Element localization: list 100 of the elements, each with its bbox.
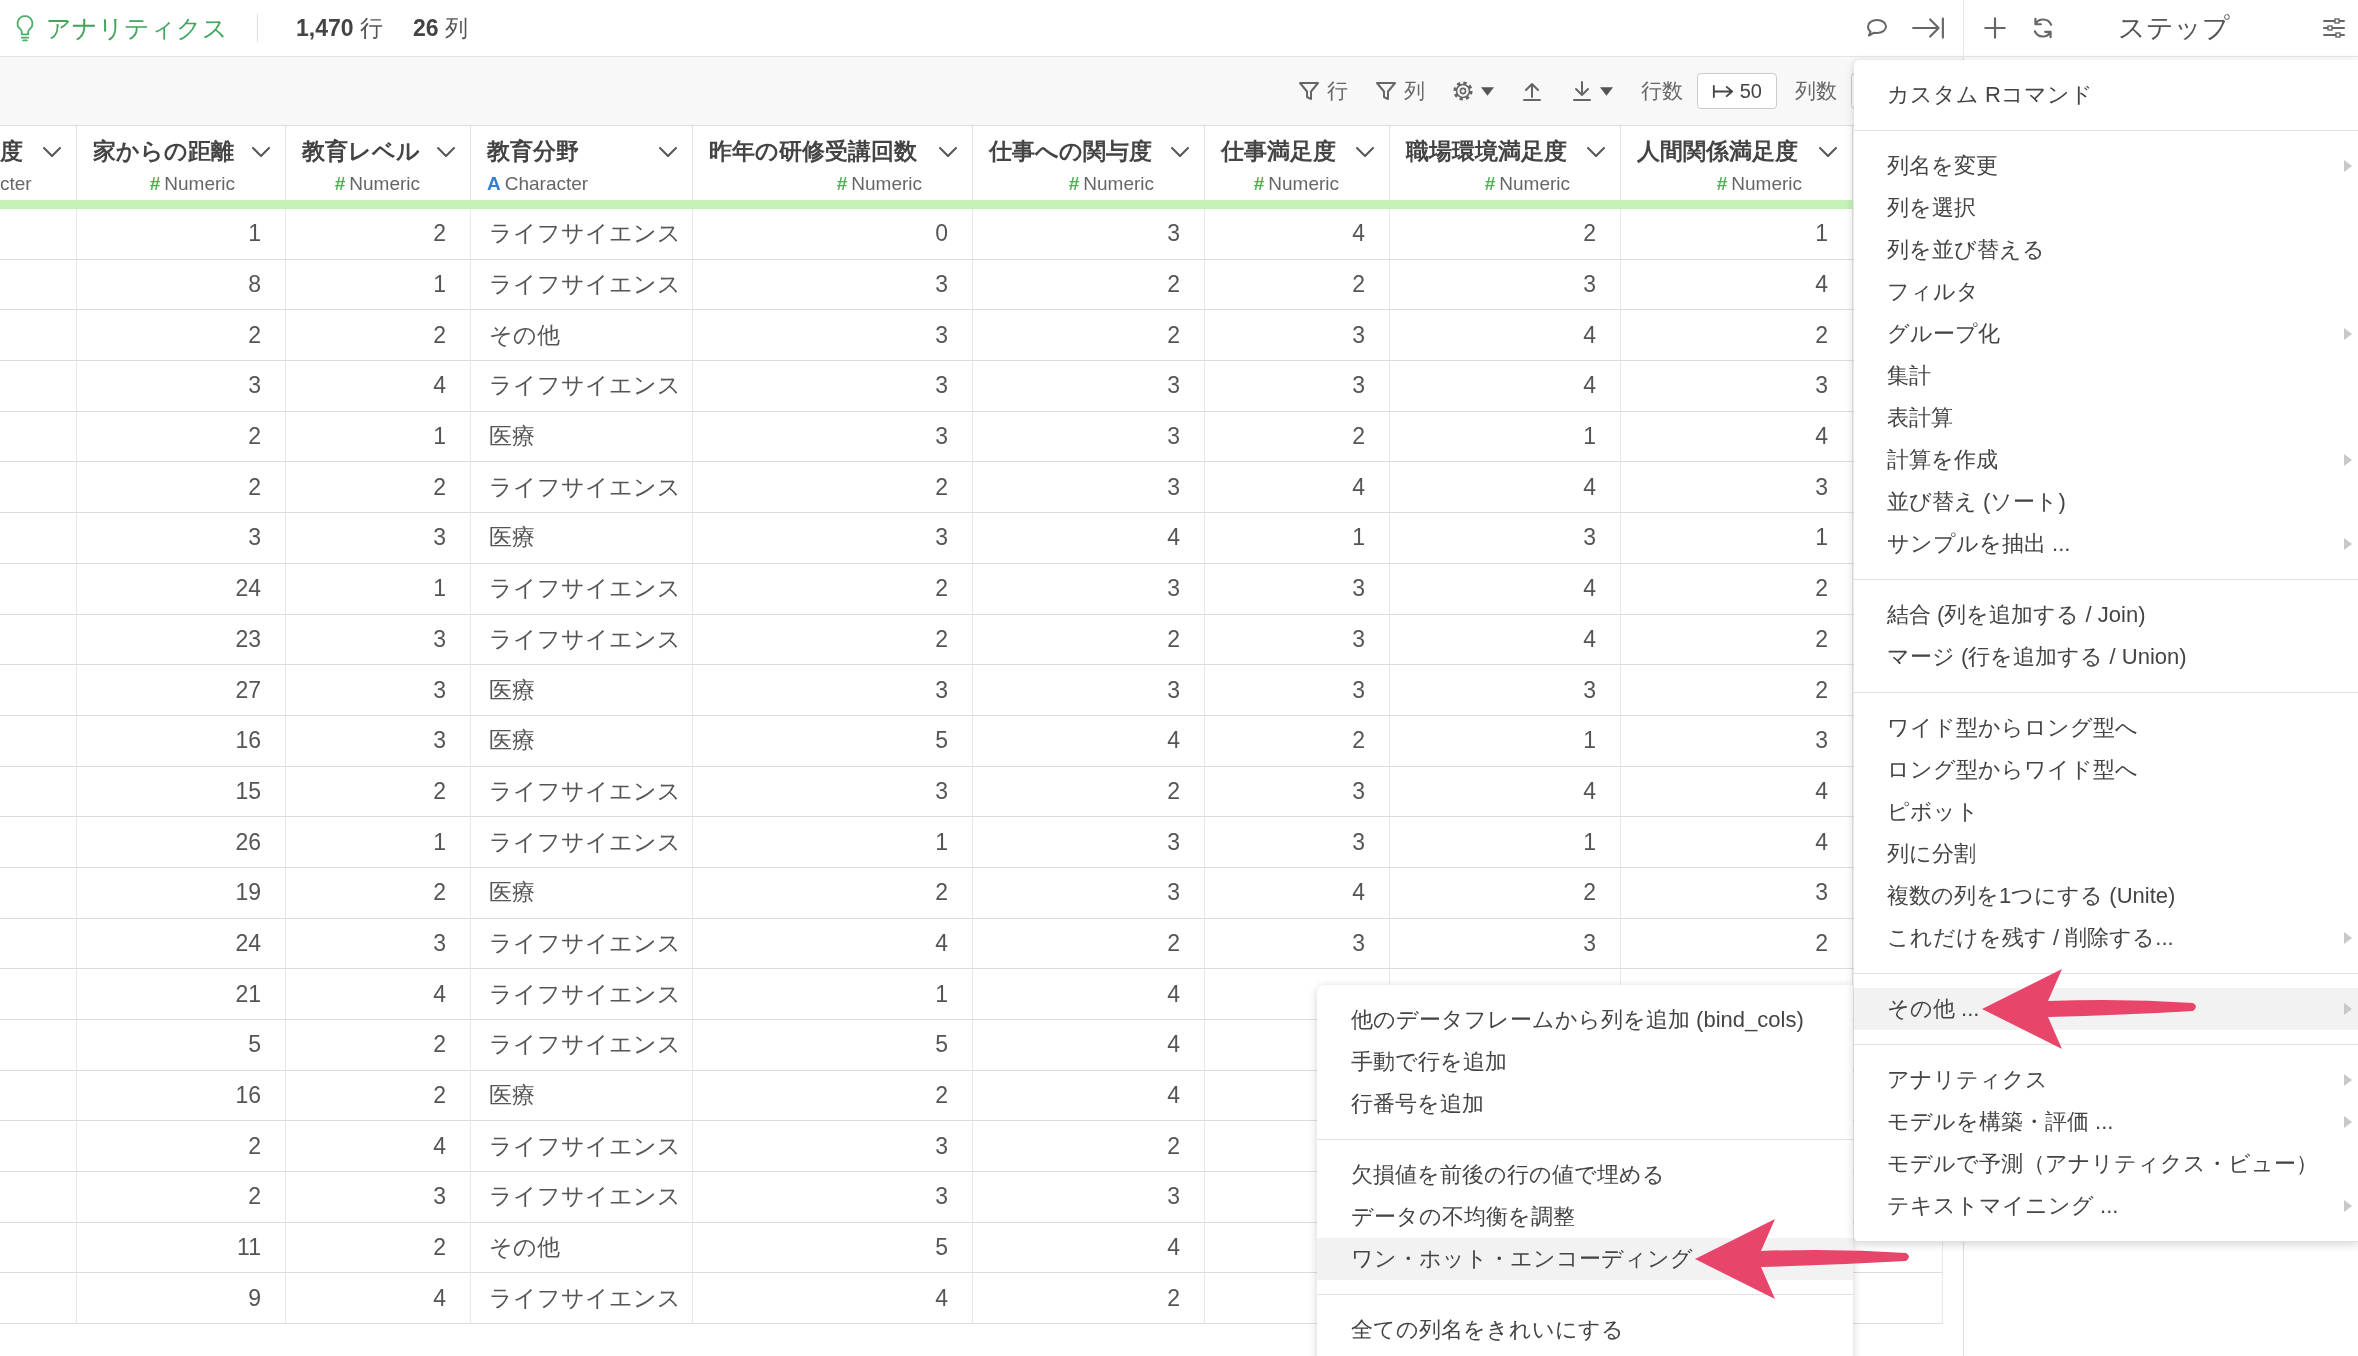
table-cell: 4 bbox=[973, 715, 1205, 767]
table-cell: 0 bbox=[693, 209, 973, 260]
menu-item[interactable]: マージ (行を追加する / Union) bbox=[1854, 636, 2358, 678]
table-cell: 2 bbox=[286, 310, 471, 362]
table-cell: 4 bbox=[973, 513, 1205, 564]
table-cell: ライフサイエンス bbox=[471, 1172, 693, 1223]
table-cell: 4 bbox=[973, 1020, 1205, 1071]
menu-item[interactable]: フィルタ bbox=[1854, 271, 2358, 313]
menu-item[interactable]: 計算を作成 bbox=[1854, 439, 2358, 481]
menu-item[interactable]: グループ化 bbox=[1854, 313, 2358, 355]
menu-item[interactable]: カスタム Rコマンド bbox=[1854, 74, 2358, 116]
table-cell: 医療 bbox=[471, 1070, 693, 1122]
table-cell: その他 bbox=[471, 310, 693, 362]
filter-button[interactable]: 行 bbox=[1286, 73, 1358, 109]
table-cell: 3 bbox=[1621, 361, 1853, 412]
menu-item[interactable]: 複数の列を1つにする (Unite) bbox=[1854, 875, 2358, 917]
menu-item[interactable]: 他のデータフレームから列を追加 (bind_cols) bbox=[1317, 999, 1853, 1041]
table-cell: 1 bbox=[1621, 513, 1853, 564]
chevron-down-icon[interactable] bbox=[436, 145, 456, 158]
type-mark: # bbox=[1484, 173, 1496, 194]
table-cell: 3 bbox=[1205, 563, 1390, 615]
table-cell: 5 bbox=[693, 1222, 973, 1274]
table-cell: 3 bbox=[973, 817, 1205, 868]
menu-item[interactable]: 結合 (列を追加する / Join) bbox=[1854, 594, 2358, 636]
table-cell: 2 bbox=[1205, 259, 1390, 311]
settings-icon[interactable] bbox=[2322, 16, 2346, 40]
filter-icon bbox=[1373, 79, 1398, 103]
table-cell: 2 bbox=[1621, 563, 1853, 615]
chevron-down-icon[interactable] bbox=[1170, 145, 1190, 158]
table-cell: 3 bbox=[1390, 259, 1621, 311]
table-cell: ライフサイエンス bbox=[471, 563, 693, 615]
table-cell: 1 bbox=[1390, 411, 1621, 463]
table-cell: 3 bbox=[1205, 766, 1390, 818]
menu-item[interactable]: 表計算 bbox=[1854, 397, 2358, 439]
maps-to-arrow-icon bbox=[1711, 83, 1734, 99]
table-cell: その他 bbox=[471, 1222, 693, 1274]
type-mark: A bbox=[487, 173, 501, 194]
menu-item[interactable]: 集計 bbox=[1854, 355, 2358, 397]
table-cell: 19 bbox=[77, 867, 286, 919]
table-cell: 4 bbox=[693, 918, 973, 970]
column-name: 度 bbox=[0, 137, 23, 166]
table-cell: 4 bbox=[1390, 563, 1621, 615]
menu-item[interactable]: モデルを構築・評価 ... bbox=[1854, 1101, 2358, 1143]
table-cell: 26 bbox=[77, 817, 286, 868]
menu-item[interactable]: 列を選択 bbox=[1854, 187, 2358, 229]
column-name: 昨年の研修受講回数 bbox=[709, 137, 917, 166]
table-cell: 3 bbox=[77, 513, 286, 564]
chevron-down-icon[interactable] bbox=[1818, 145, 1838, 158]
menu-item[interactable]: 行番号を追加 bbox=[1317, 1083, 1853, 1125]
menu-item[interactable]: アナリティクス bbox=[1854, 1059, 2358, 1101]
menu-item[interactable]: ワイド型からロング型へ bbox=[1854, 707, 2358, 749]
table-cell: 3 bbox=[286, 665, 471, 716]
table-cell: 4 bbox=[286, 1273, 471, 1325]
row-limit-field[interactable]: 50 bbox=[1696, 73, 1777, 109]
menu-item[interactable]: 手動で行を追加 bbox=[1317, 1041, 1853, 1083]
menu-item[interactable]: 欠損値を前後の行の値で埋める bbox=[1317, 1154, 1853, 1196]
table-cell: 24 bbox=[77, 563, 286, 615]
menu-item[interactable]: サンプルを抽出 ... bbox=[1854, 523, 2358, 565]
arrow-to-bar-icon[interactable] bbox=[1911, 15, 1945, 41]
table-cell: ライフサイエンス bbox=[471, 918, 693, 970]
table-cell: 27 bbox=[77, 665, 286, 716]
table-cell: 9 bbox=[77, 1273, 286, 1325]
table-cell: 23 bbox=[77, 614, 286, 666]
type-mark: # bbox=[836, 173, 848, 194]
menu-item[interactable]: ピボット bbox=[1854, 791, 2358, 833]
menu-item[interactable]: 全ての列名をきれいにする bbox=[1317, 1309, 1853, 1351]
menu-item[interactable]: 列を並び替える bbox=[1854, 229, 2358, 271]
table-cell: 医療 bbox=[471, 513, 693, 564]
menu-item[interactable]: 列名を変更 bbox=[1854, 145, 2358, 187]
table-cell: 15 bbox=[77, 766, 286, 818]
menu-item[interactable]: ロング型からワイド型へ bbox=[1854, 749, 2358, 791]
filter-button[interactable]: 列 bbox=[1363, 73, 1435, 109]
chevron-down-icon[interactable] bbox=[1355, 145, 1375, 158]
menu-item[interactable]: これだけを残す / 削除する... bbox=[1854, 917, 2358, 959]
column-name: 仕事満足度 bbox=[1221, 137, 1336, 166]
type-mark: # bbox=[1068, 173, 1080, 194]
table-cell: 2 bbox=[693, 867, 973, 919]
menu-item[interactable]: 並び替え (ソート) bbox=[1854, 481, 2358, 523]
table-cell: 3 bbox=[77, 361, 286, 412]
chevron-down-icon[interactable] bbox=[42, 145, 62, 158]
menu-item[interactable]: テキストマイニング ... bbox=[1854, 1185, 2358, 1227]
table-cell: 2 bbox=[973, 1273, 1205, 1325]
column-limit-label: 列数 bbox=[1795, 78, 1837, 104]
chevron-down-icon[interactable] bbox=[1586, 145, 1606, 158]
menu-item[interactable]: モデルで予測（アナリティクス・ビュー） bbox=[1854, 1143, 2358, 1185]
table-cell: ライフサイエンス bbox=[471, 766, 693, 818]
table-cell: 2 bbox=[1621, 665, 1853, 716]
table-cell: 3 bbox=[693, 665, 973, 716]
chevron-down-icon[interactable] bbox=[938, 145, 958, 158]
chevron-down-icon[interactable] bbox=[658, 145, 678, 158]
plus-icon[interactable] bbox=[1982, 15, 2008, 41]
table-cell: 4 bbox=[286, 361, 471, 412]
chevron-down-icon[interactable] bbox=[251, 145, 271, 158]
table-cell: 4 bbox=[1390, 614, 1621, 666]
column-type: Numeric bbox=[164, 173, 235, 194]
table-cell: 4 bbox=[1205, 867, 1390, 919]
menu-item[interactable]: データの不均衡を調整 bbox=[1317, 1196, 1853, 1238]
table-cell: 1 bbox=[1621, 209, 1853, 260]
menu-item[interactable]: 列に分割 bbox=[1854, 833, 2358, 875]
table-cell: 2 bbox=[286, 462, 471, 514]
